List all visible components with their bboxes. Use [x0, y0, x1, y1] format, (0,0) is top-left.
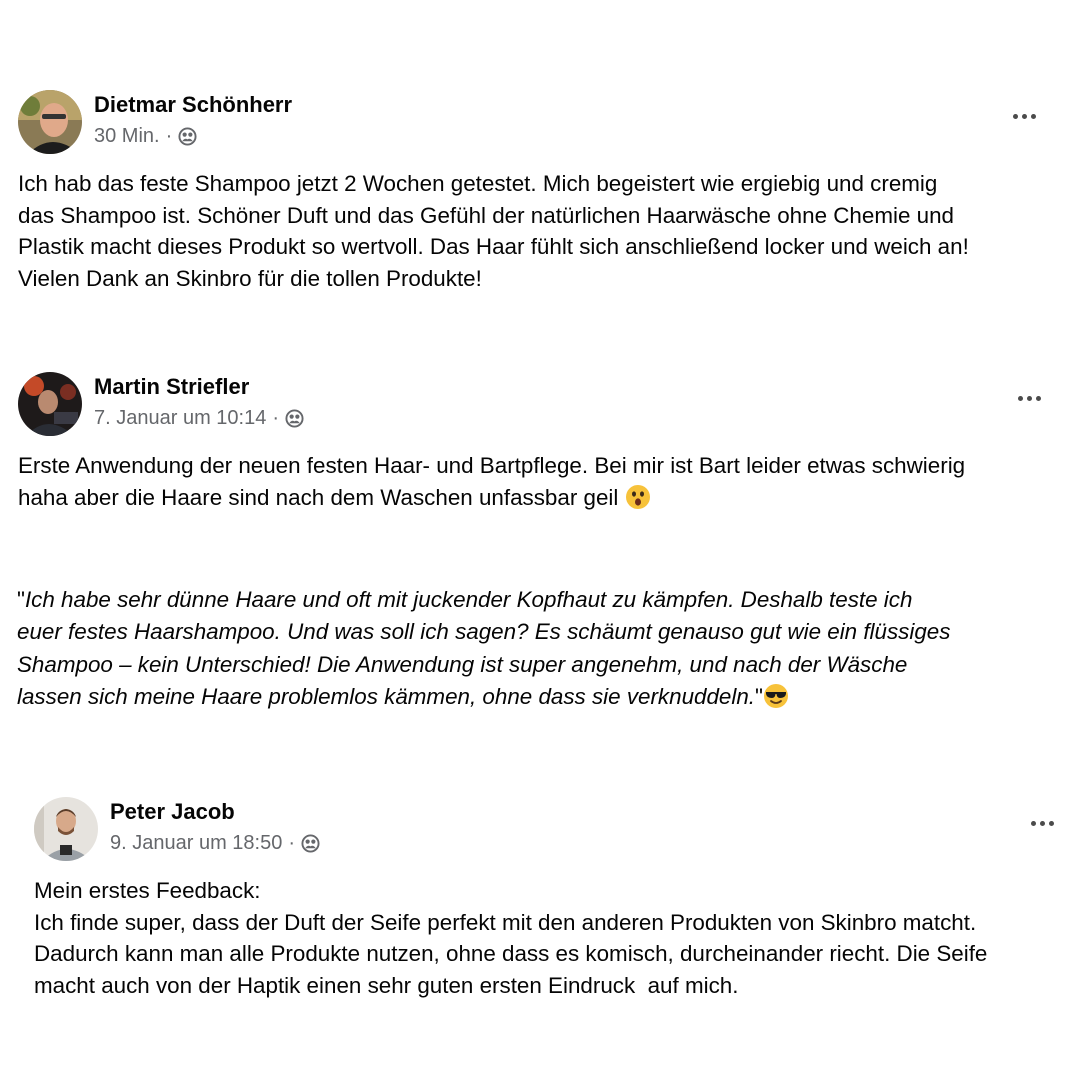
sunglasses-face-emoji — [763, 684, 788, 709]
text-line: euer festes Haarshampoo. Und was soll ic… — [17, 619, 951, 645]
post-text: Erste Anwendung der neuen festen Haar- u… — [18, 450, 1063, 513]
post-meta: 7. Januar um 10:14 · — [94, 407, 304, 430]
post-time[interactable]: 7. Januar um 10:14 — [94, 407, 266, 430]
close-quote-mark: " — [755, 684, 763, 710]
text-line-content: haha aber die Haare sind nach dem Wasche… — [18, 484, 619, 510]
author-name[interactable]: Peter Jacob — [110, 799, 235, 825]
post-dietmar: Dietmar Schönherr 30 Min. · Ich hab das … — [18, 90, 1058, 294]
text-line: Ich hab das feste Shampoo jetzt 2 Wochen… — [18, 171, 938, 196]
astonished-face-emoji — [625, 484, 650, 509]
author-name[interactable]: Dietmar Schönherr — [94, 92, 292, 118]
post-time[interactable]: 30 Min. — [94, 125, 160, 148]
author-name[interactable]: Martin Striefler — [94, 374, 249, 400]
post-time[interactable]: 9. Januar um 18:50 — [110, 832, 282, 855]
post-text: Mein erstes Feedback: Ich finde super, d… — [34, 875, 1074, 1001]
post-header: Martin Striefler 7. Januar um 10:14 · — [18, 372, 1063, 438]
post-meta: 30 Min. · — [94, 125, 197, 148]
open-quote-mark: " — [17, 587, 25, 612]
text-line: "Ich habe sehr dünne Haare und oft mit j… — [17, 584, 950, 616]
meta-separator: · — [288, 832, 296, 854]
text-line: Plastik macht dieses Produkt so wertvoll… — [18, 234, 969, 260]
text-line: das Shampoo ist. Schöner Duft und das Ge… — [18, 202, 954, 228]
text-line: lassen sich meine Haare problemlos kämme… — [17, 681, 950, 713]
meta-separator: · — [165, 125, 173, 147]
avatar[interactable] — [18, 372, 82, 436]
more-options-icon[interactable] — [1014, 392, 1045, 405]
text-line: macht auch von der Haptik einen sehr gut… — [34, 972, 739, 998]
post-martin: Martin Striefler 7. Januar um 10:14 · Er… — [18, 372, 1063, 513]
text-line: Mein erstes Feedback: — [34, 878, 261, 903]
text-line: Ich finde super, dass der Duft der Seife… — [34, 909, 977, 935]
text-line: Vielen Dank an Skinbro für die tollen Pr… — [18, 265, 482, 291]
friends-audience-icon[interactable] — [301, 834, 320, 853]
text-line: Shampoo – kein Unterschied! Die Anwendun… — [17, 651, 908, 677]
text-line: Dadurch kann man alle Produkte nutzen, o… — [34, 941, 988, 967]
post-header: Dietmar Schönherr 30 Min. · — [18, 90, 1058, 156]
quoted-review: "Ich habe sehr dünne Haare und oft mit j… — [17, 584, 950, 714]
text-line-content: Ich habe sehr dünne Haare und oft mit ju… — [24, 587, 913, 612]
reviews-page: Dietmar Schönherr 30 Min. · Ich hab das … — [0, 0, 1080, 1080]
more-options-icon[interactable] — [1009, 110, 1040, 123]
avatar[interactable] — [18, 90, 82, 154]
text-line: haha aber die Haare sind nach dem Wasche… — [18, 482, 1063, 514]
meta-separator: · — [272, 407, 280, 429]
text-line-content: lassen sich meine Haare problemlos kämme… — [17, 684, 756, 710]
post-peter: Peter Jacob 9. Januar um 18:50 · Mein er… — [34, 797, 1074, 1001]
friends-audience-icon[interactable] — [285, 409, 304, 428]
post-text: Ich hab das feste Shampoo jetzt 2 Wochen… — [18, 168, 1058, 294]
more-options-icon[interactable] — [1027, 817, 1058, 830]
post-header: Peter Jacob 9. Januar um 18:50 · — [34, 797, 1074, 863]
friends-audience-icon[interactable] — [178, 127, 197, 146]
avatar[interactable] — [34, 797, 98, 861]
text-line: Erste Anwendung der neuen festen Haar- u… — [18, 453, 966, 478]
post-meta: 9. Januar um 18:50 · — [110, 832, 320, 855]
